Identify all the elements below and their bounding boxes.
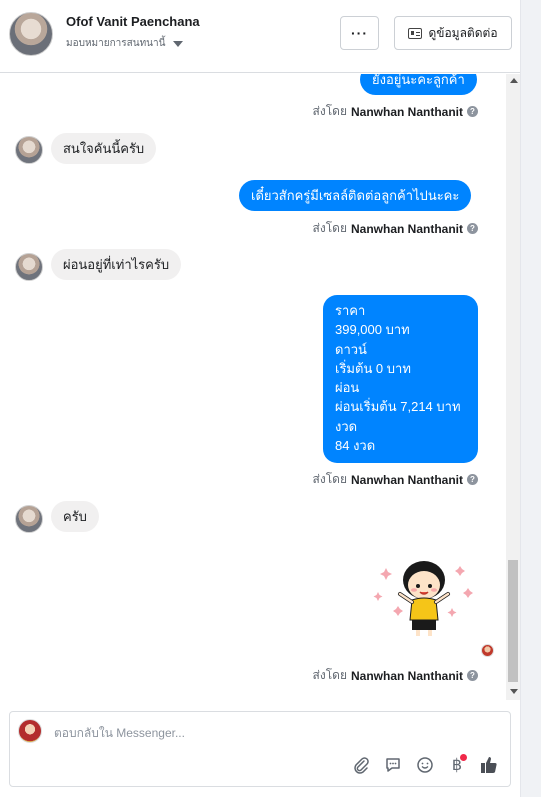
sent-by-line: ส่งโดย Nanwhan Nanthanit ? [313,219,478,238]
smiley-icon[interactable] [414,754,436,776]
sent-by-line: ส่งโดย Nanwhan Nanthanit ? [313,102,478,121]
seen-by-avatar [481,644,494,657]
reply-composer: ฿ [9,711,511,787]
page-edge [520,0,541,797]
sender-name: Nanwhan Nanthanit [350,668,463,683]
contact-avatar-small[interactable] [15,505,43,533]
contact-avatar[interactable] [9,12,53,56]
outgoing-message-price-details[interactable]: ราคา 399,000 บาท ดาวน์ เริ่มต้น 0 บาท ผ่… [323,295,478,464]
question-icon[interactable]: ? [467,223,478,234]
paperclip-icon[interactable] [350,754,372,776]
question-icon[interactable]: ? [467,474,478,485]
contact-avatar-small[interactable] [15,253,43,281]
more-options-label: ··· [351,25,368,41]
sender-name: Nanwhan Nanthanit [350,221,463,236]
sent-by-prefix: ส่งโดย [312,221,347,235]
conversation-header: Ofof Vanit Paenchana มอบหมายการสนทนานี้ … [0,0,520,73]
scroll-down-arrow-icon[interactable] [510,689,518,694]
reply-input[interactable] [54,726,484,740]
baht-icon[interactable]: ฿ [446,754,468,776]
sent-by-prefix: ส่งโดย [312,472,347,486]
sent-by-prefix: ส่งโดย [312,104,347,118]
sent-by-line: ส่งโดย Nanwhan Nanthanit ? [313,470,478,489]
message-list[interactable]: ยังอยู่นะคะลูกค้า ส่งโดย Nanwhan Nanthan… [0,74,505,700]
thumbs-up-icon[interactable] [478,754,500,776]
sent-by-line: ส่งโดย Nanwhan Nanthanit ? [313,666,478,685]
scrollbar-thumb[interactable] [508,560,518,682]
view-contact-info-button[interactable]: ดูข้อมูลติดต่อ [394,16,512,50]
incoming-message[interactable]: ครับ [51,501,99,532]
caret-down-icon [173,40,184,47]
incoming-message[interactable]: สนใจคันนี้ครับ [51,133,157,164]
assign-label: มอบหมายการสนทนานี้ [66,38,166,49]
sender-name: Nanwhan Nanthanit [350,104,463,119]
notification-dot [460,754,467,761]
contact-card-icon [408,27,423,39]
girl-sticker-image[interactable] [372,558,476,644]
outgoing-message[interactable]: ยังอยู่นะคะลูกค้า [360,74,477,95]
more-options-button[interactable]: ··· [340,16,379,50]
chat-scrollbar[interactable] [506,74,520,700]
outgoing-message[interactable]: เดี๋ยวสักครู่มีเซลล์ติดต่อลูกค้าไปนะคะ [239,180,472,211]
messenger-conversation-panel: Ofof Vanit Paenchana มอบหมายการสนทนานี้ … [0,0,541,797]
scroll-up-arrow-icon[interactable] [510,78,518,83]
speech-bubble-icon[interactable] [382,754,404,776]
question-icon[interactable]: ? [467,670,478,681]
sent-by-prefix: ส่งโดย [312,668,347,682]
sender-name: Nanwhan Nanthanit [350,472,463,487]
contact-avatar-small[interactable] [15,136,43,164]
contact-name[interactable]: Ofof Vanit Paenchana [66,14,200,29]
assign-conversation-dropdown[interactable]: มอบหมายการสนทนานี้ [66,36,184,51]
incoming-message[interactable]: ผ่อนอยู่ที่เท่าไรครับ [51,249,182,280]
question-icon[interactable]: ? [467,106,478,117]
page-avatar [18,719,42,743]
view-contact-info-label: ดูข้อมูลติดต่อ [428,25,498,40]
